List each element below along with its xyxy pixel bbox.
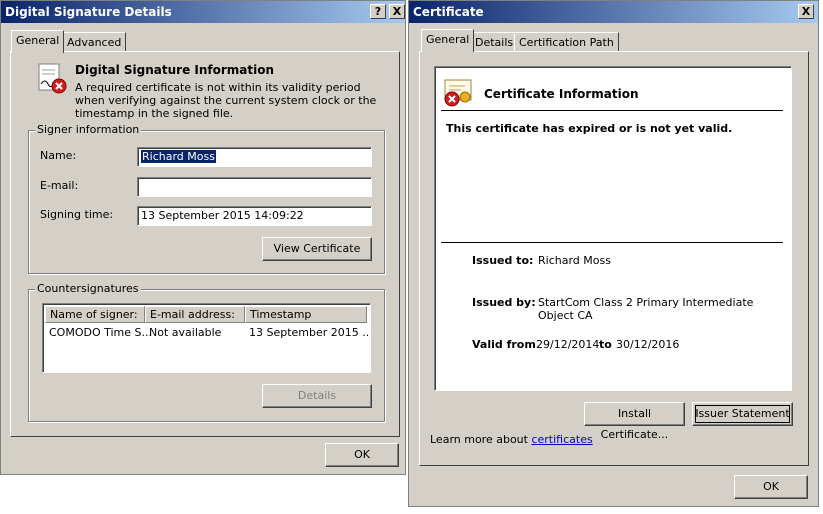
certificate-ok-button[interactable]: OK [734, 475, 808, 499]
countersignatures-label: Countersignatures [35, 282, 141, 295]
tab-advanced[interactable]: Advanced [62, 32, 127, 52]
signer-info-group: Signer information Name: Richard Moss E-… [28, 123, 385, 274]
certificate-info-heading: Certificate Information [484, 87, 639, 101]
certificate-status-text: This certificate has expired or is not y… [446, 122, 733, 135]
countersignatures-group: Countersignatures Name of signer: E-mail… [28, 282, 385, 422]
view-certificate-button[interactable]: View Certificate [262, 237, 372, 261]
help-button[interactable]: ? [370, 4, 386, 19]
column-header-email[interactable]: E-mail address: [145, 306, 245, 323]
signature-window-titlebar[interactable]: Digital Signature Details [1, 1, 405, 23]
signature-error-icon [38, 63, 67, 94]
countersignatures-list[interactable]: Name of signer: E-mail address: Timestam… [42, 303, 371, 373]
issued-by-label: Issued by: [472, 296, 536, 309]
tab-general[interactable]: General [11, 30, 65, 53]
row-timestamp: 13 September 2015 ... [249, 326, 371, 339]
cert-close-button[interactable]: X [798, 4, 814, 19]
details-button[interactable]: Details [262, 384, 372, 408]
certificate-window: Certificate X General Details Certificat… [408, 0, 819, 507]
signing-time-field[interactable]: 13 September 2015 14:09:22 [137, 206, 372, 226]
signature-info-text: A required certificate is not within its… [75, 81, 377, 120]
signature-info-heading: Digital Signature Information [75, 63, 275, 77]
learn-more-text: Learn more about certificates [430, 433, 593, 446]
email-label: E-mail: [40, 179, 79, 192]
cert-tab-details[interactable]: Details [470, 32, 519, 52]
valid-from-label: Valid from [472, 338, 536, 351]
name-field[interactable]: Richard Moss [137, 147, 372, 167]
name-value: Richard Moss [141, 150, 216, 163]
heading-divider [441, 110, 783, 111]
issued-to-label: Issued to: [472, 254, 534, 267]
certificate-window-title: Certificate [413, 5, 484, 19]
column-header-timestamp[interactable]: Timestamp [245, 306, 367, 323]
details-divider [441, 242, 783, 243]
issued-by-value: StartCom Class 2 Primary Intermediate Ob… [538, 296, 754, 322]
cert-tab-certification-path[interactable]: Certification Path [514, 32, 619, 52]
certificate-window-titlebar[interactable]: Certificate [409, 1, 818, 23]
issued-to-value: Richard Moss [538, 254, 611, 267]
column-header-name[interactable]: Name of signer: [45, 306, 145, 323]
certificate-error-icon [444, 79, 472, 107]
valid-to-value: 30/12/2016 [616, 338, 680, 351]
row-signer-name: COMODO Time S... [49, 326, 153, 339]
signature-details-window: Digital Signature Details ? X General Ad… [0, 0, 406, 475]
valid-from-value: 29/12/2014 [536, 338, 600, 351]
name-label: Name: [40, 149, 77, 162]
close-button[interactable]: X [389, 4, 405, 19]
learn-more-prefix: Learn more about [430, 433, 528, 446]
general-panel: Digital Signature Information A required… [10, 51, 400, 437]
cert-general-panel: Certificate Information This certificate… [419, 51, 809, 466]
certificates-link[interactable]: certificates [531, 433, 592, 446]
issuer-statement-button[interactable]: Issuer Statement [692, 402, 793, 426]
valid-to-label: to [599, 338, 612, 351]
signature-ok-button[interactable]: OK [325, 443, 399, 467]
install-certificate-button[interactable]: Install Certificate... [584, 402, 685, 441]
row-email: Not available [149, 326, 222, 339]
cert-tab-general[interactable]: General [421, 29, 475, 52]
signing-time-label: Signing time: [40, 208, 114, 221]
certificate-info-box: Certificate Information This certificate… [434, 66, 792, 391]
signature-window-title: Digital Signature Details [5, 5, 172, 19]
email-field[interactable] [137, 177, 372, 197]
signer-info-label: Signer information [35, 123, 142, 136]
